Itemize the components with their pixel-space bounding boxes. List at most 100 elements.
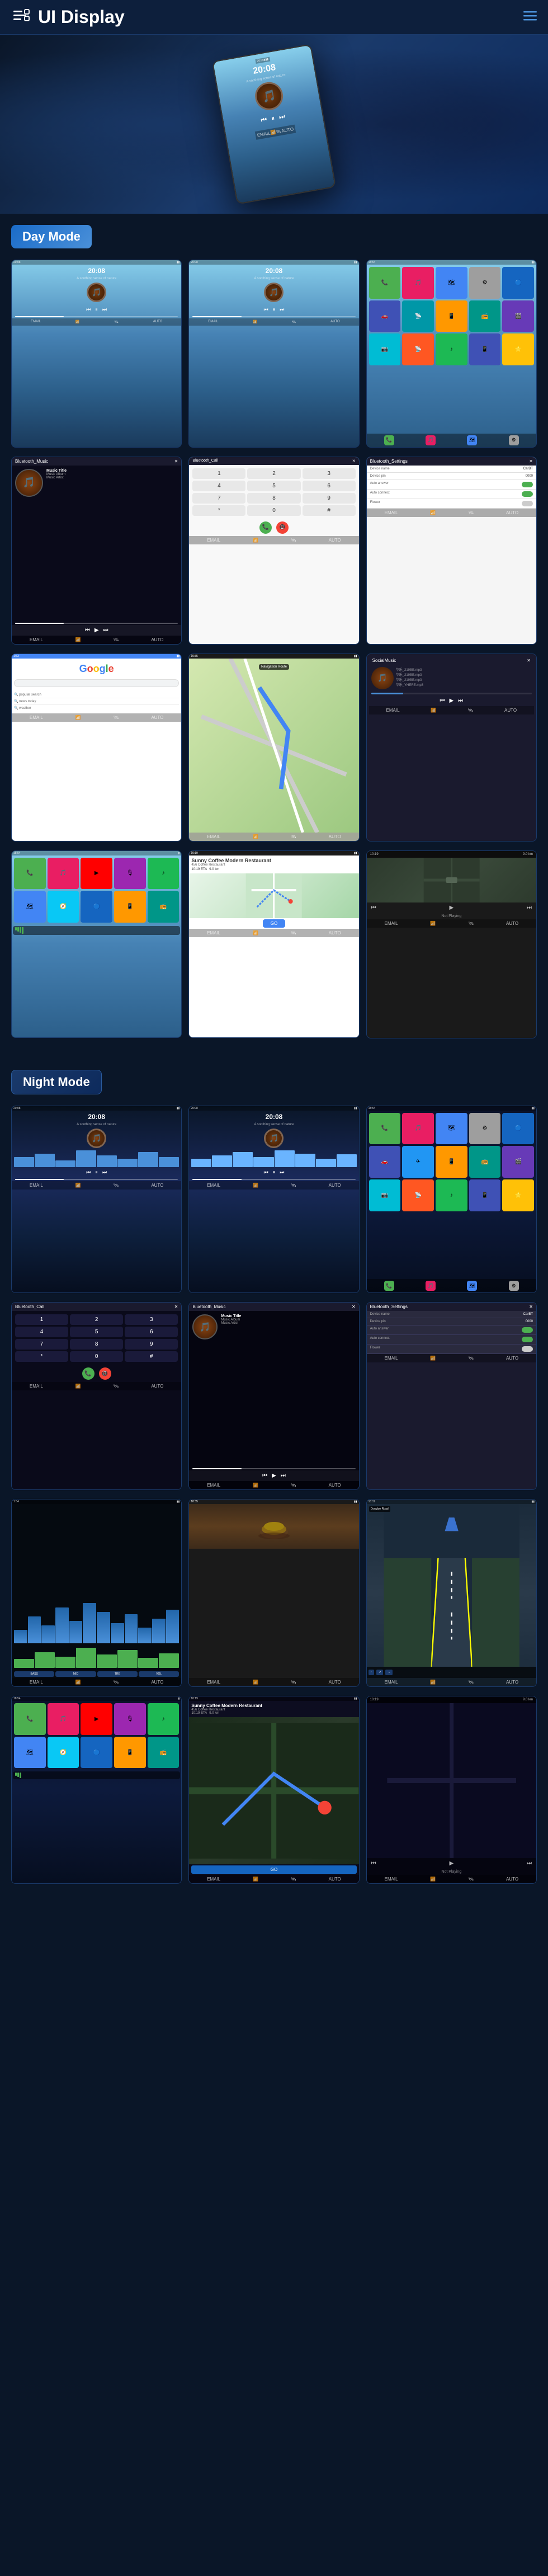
key-4[interactable]: 4 [192,481,245,491]
nbt-music-close[interactable]: ✕ [352,1304,356,1309]
app2-music[interactable]: 🎵 [48,858,79,890]
napp-indigo[interactable]: 📱 [469,1179,501,1211]
prev-icon[interactable]: ⏮ [260,115,267,125]
key-8[interactable]: 8 [247,493,300,504]
local-file-2[interactable]: 华乐_219BE.mp3 [396,672,532,677]
nm1-next[interactable]: ⏭ [102,1169,107,1176]
app-wifi[interactable]: 📡 [402,300,434,332]
napp2-maps[interactable]: 🗺 [14,1737,46,1769]
np-next[interactable]: ⏭ [527,905,532,911]
eq-btn-4[interactable]: VOL [139,1671,179,1677]
app2-teal[interactable]: 📻 [148,891,179,923]
napp2-spotify[interactable]: ♪ [148,1703,179,1735]
napp-orange[interactable]: 📱 [436,1146,467,1178]
bt-next[interactable]: ⏭ [103,627,108,633]
app-cyan[interactable]: 📷 [369,333,401,365]
napp2-orange[interactable]: 📱 [114,1737,146,1769]
nbtm-play[interactable]: ▶ [272,1473,276,1479]
ndock-maps[interactable]: 🗺 [467,1281,477,1291]
napp2-phone[interactable]: 📞 [14,1703,46,1735]
go-button[interactable]: GO [263,919,285,928]
nkey-6[interactable]: 6 [125,1327,178,1337]
dock-settings[interactable]: ⚙ [509,435,519,445]
local-file-3[interactable]: 华乐_219BE.mp3 [396,677,532,682]
menu-icon[interactable] [11,7,31,27]
key-9[interactable]: 9 [303,493,356,504]
dock-phone[interactable]: 📞 [384,435,394,445]
nm1-play[interactable]: ⏸ [95,1169,98,1176]
bt-call-close[interactable]: ✕ [352,459,356,463]
nkey-3[interactable]: 3 [125,1314,178,1325]
key-7[interactable]: 7 [192,493,245,504]
napp-spotify[interactable]: ♪ [436,1179,467,1211]
key-2[interactable]: 2 [247,468,300,479]
napp-amber[interactable]: ⭐ [502,1179,534,1211]
nkey-1[interactable]: 1 [15,1314,68,1325]
auto-answer-toggle[interactable] [522,482,533,487]
nm1-prev[interactable]: ⏮ [86,1169,91,1176]
napp2-podcast[interactable]: 🎙 [114,1703,146,1735]
napp2-bt[interactable]: 🔵 [81,1737,112,1769]
napp-bt[interactable]: 🔵 [502,1113,534,1145]
nav-turn-btn[interactable]: ↑ [369,1670,375,1675]
nkey-0[interactable]: 0 [70,1351,123,1362]
app-radio[interactable]: 📡 [402,333,434,365]
local-file-4[interactable]: 华乐_YHERE.mp3 [396,682,532,687]
nkey-9[interactable]: 9 [125,1339,178,1350]
nkey-2[interactable]: 2 [70,1314,123,1325]
app-phone[interactable]: 📞 [369,267,401,299]
end-call-button[interactable]: 📵 [276,521,289,534]
napp2-waze[interactable]: 🧭 [48,1737,79,1769]
nbtm-prev[interactable]: ⏮ [262,1473,267,1479]
app2-bt[interactable]: 🔵 [81,891,112,923]
nnp-prev[interactable]: ⏮ [371,1860,376,1867]
d2-play[interactable]: ⏸ [273,307,276,313]
np-play[interactable]: ▶ [449,905,453,911]
bt-prev[interactable]: ⏮ [85,627,90,633]
app-purple[interactable]: 🎬 [502,300,534,332]
suggestion-1[interactable]: 🔍 popular search [14,692,179,698]
napp-purple[interactable]: 🎬 [502,1146,534,1178]
app-orange[interactable]: 📱 [436,300,467,332]
app-spotify[interactable]: ♪ [436,333,467,365]
call-button[interactable]: 📞 [259,521,272,534]
ncall-button[interactable]: 📞 [82,1367,95,1380]
dock-music[interactable]: 🎵 [426,435,436,445]
key-hash[interactable]: # [303,505,356,516]
hamburger-icon[interactable] [523,8,537,26]
napp-radio[interactable]: 📡 [402,1179,434,1211]
suggestion-3[interactable]: 🔍 weather [14,705,179,711]
bt-music-close[interactable]: ✕ [174,459,178,464]
google-search-bar[interactable] [14,679,179,687]
napp-teal[interactable]: 📻 [469,1146,501,1178]
ndock-music[interactable]: 🎵 [426,1281,436,1291]
nav-right-btn[interactable]: → [385,1670,393,1675]
nkey-star[interactable]: * [15,1351,68,1362]
key-star[interactable]: * [192,505,245,516]
nkey-8[interactable]: 8 [70,1339,123,1350]
app-bluetooth[interactable]: 🔵 [502,267,534,299]
napp-music[interactable]: 🎵 [402,1113,434,1145]
nm2-prev[interactable]: ⏮ [264,1169,268,1176]
nend-call-button[interactable]: 📵 [99,1367,111,1380]
app-maps[interactable]: 🗺 [436,267,467,299]
nnp-next[interactable]: ⏭ [527,1860,532,1867]
app-indigo[interactable]: 📱 [469,333,501,365]
napp2-teal[interactable]: 📻 [148,1737,179,1769]
app-music[interactable]: 🎵 [402,267,434,299]
suggestion-2[interactable]: 🔍 news today [14,698,179,705]
flower-toggle[interactable] [522,501,533,506]
nkey-5[interactable]: 5 [70,1327,123,1337]
lm-next[interactable]: ⏭ [458,698,463,704]
nsettings-auto-connect-toggle[interactable] [522,1337,533,1342]
app-amber[interactable]: ⭐ [502,333,534,365]
nm2-play[interactable]: ⏸ [273,1169,276,1176]
play-pause-icon[interactable]: ⏸ [271,114,276,123]
auto-connect-toggle[interactable] [522,491,533,497]
next-icon[interactable]: ⏭ [278,112,286,121]
napp-maps[interactable]: 🗺 [436,1113,467,1145]
lm-play[interactable]: ▶ [449,698,453,704]
np-prev[interactable]: ⏮ [371,905,376,911]
ndock-settings[interactable]: ⚙ [509,1281,519,1291]
d1-next[interactable]: ⏭ [102,307,107,313]
